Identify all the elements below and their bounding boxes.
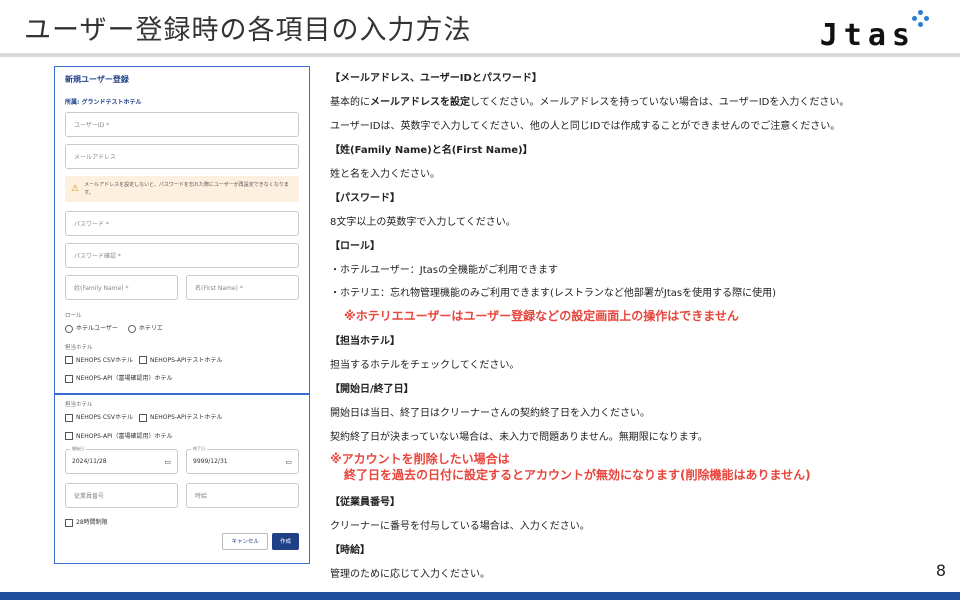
- employee-note: クリーナーに番号を付与している場合は、入力ください。: [330, 521, 590, 532]
- page-number: 8: [935, 561, 946, 580]
- footer-bar: [0, 592, 960, 600]
- hotel-csv-label: NEHOPS CSVホテル: [76, 356, 133, 364]
- start-date-field[interactable]: 開始日 2024/11/28 ▭: [65, 446, 178, 474]
- heading-employee-number: 【従業員番号】: [330, 497, 400, 508]
- user-id-field[interactable]: ユーザーID *: [65, 112, 299, 137]
- password-note: 8文字以上の英数字で入力してください。: [330, 217, 516, 228]
- heading-hotel: 【担当ホテル】: [330, 336, 400, 347]
- role-hotel-user-radio[interactable]: ホテルユーザー: [65, 323, 118, 333]
- end-date-caption: 終了日: [191, 446, 207, 452]
- email-warning-text: メールアドレスを設定しないと、パスワードを忘れた際にユーザーが再設定できなくなり…: [84, 182, 289, 196]
- email-note-bold: メールアドレスを設定: [370, 97, 470, 108]
- email-field[interactable]: メールアドレス: [65, 144, 299, 169]
- end-date-value: 9999/12/31: [193, 458, 228, 465]
- end-date-field[interactable]: 終了日 9999/12/31 ▭: [186, 446, 299, 474]
- header-divider: [0, 53, 960, 57]
- family-name-field[interactable]: 姓(Family Name) *: [65, 275, 178, 300]
- start-date-value: 2024/11/28: [72, 458, 107, 465]
- hourly-wage-field[interactable]: 時給: [186, 483, 299, 508]
- hotel-checkbox-api-test[interactable]: NEHOPS-APIテストホテル: [138, 355, 223, 364]
- hotel-checkbox-api-test-2[interactable]: NEHOPS-APIテストホテル: [138, 412, 223, 422]
- hotel-section-label: 担当ホテル: [65, 344, 93, 351]
- role-hotel-user-label: ホテルユーザー: [76, 325, 118, 332]
- role-label: ロール: [65, 313, 82, 319]
- jtas-logo: Jtas: [820, 10, 930, 54]
- calendar-icon[interactable]: ▭: [285, 458, 292, 466]
- hotel-section-label-2: 担当ホテル: [65, 402, 93, 408]
- calendar-icon[interactable]: ▭: [164, 458, 171, 466]
- email-warning: ⚠ メールアドレスを設定しないと、パスワードを忘れた際にユーザーが再設定できなく…: [65, 176, 299, 202]
- dates-note-2: 契約終了日が決まっていない場合は、未入力で問題ありません。無期限になります。: [330, 432, 708, 443]
- hours28-checkbox[interactable]: 28時間制限: [65, 517, 108, 527]
- warning-icon: ⚠: [71, 184, 80, 194]
- hours28-label: 28時間制限: [76, 519, 108, 526]
- hotel-api-confirm-label: NEHOPS-API（富場確認用）ホテル: [76, 375, 173, 382]
- role-hotelier-label: ホテリエ: [138, 325, 163, 332]
- hotel-checkbox-csv-2[interactable]: NEHOPS CSVホテル: [65, 412, 133, 422]
- form-title: 新規ユーザー登録: [65, 75, 129, 84]
- employee-number-field[interactable]: 従業員番号: [65, 483, 178, 508]
- hotel-api-confirm-label-2: NEHOPS-API（富場確認用）ホテル: [76, 432, 173, 440]
- dates-note-1: 開始日は当日、終了日はクリーナーさんの契約終了日を入力ください。: [330, 408, 650, 419]
- userid-note: ユーザーIDは、英数字で入力してください、他の人と同じIDでは作成することができ…: [330, 121, 841, 132]
- new-user-form-bottom: 担当ホテル NEHOPS CSVホテル NEHOPS-APIテストホテル NEH…: [54, 394, 310, 564]
- role-hotelier-radio[interactable]: ホテリエ: [127, 323, 163, 333]
- cancel-button[interactable]: キャンセル: [222, 532, 268, 550]
- slide-title: ユーザー登録時の各項目の入力方法: [24, 15, 472, 46]
- hotel-checkbox-api-confirm-2[interactable]: NEHOPS-API（富場確認用）ホテル: [65, 431, 173, 440]
- sparkle-icon: [912, 10, 930, 28]
- hotel-checkbox-csv[interactable]: NEHOPS CSVホテル: [65, 355, 133, 364]
- heading-password: 【パスワード】: [330, 193, 400, 204]
- role-hotelier-note: ・ホテリエ：忘れ物管理機能のみご利用できます(レストランなど他部署がJtasを使…: [330, 288, 777, 299]
- delete-warning-2: 終了日を過去の日付に設定するとアカウントが無効になります(削除機能はありません): [344, 468, 811, 482]
- role-warning: ※ホテリエユーザーはユーザー登録などの設定画面上の操作はできません: [344, 309, 739, 323]
- name-note: 姓と名を入力ください。: [330, 169, 440, 180]
- heading-hourly-wage: 【時給】: [330, 545, 370, 556]
- role-hotel-user-note: ・ホテルユーザー：Jtasの全機能がご利用できます: [330, 265, 559, 276]
- hotel-csv-label-2: NEHOPS CSVホテル: [76, 414, 133, 421]
- form-hotel-label: 所属: グランドテストホテル: [65, 99, 142, 106]
- start-date-caption: 開始日: [70, 446, 86, 452]
- heading-dates: 【開始日/終了日】: [330, 384, 414, 395]
- first-name-field[interactable]: 名(First Name) *: [186, 275, 299, 300]
- hotel-api-test-label-2: NEHOPS-APIテストホテル: [149, 414, 223, 421]
- wage-note: 管理のために応じて入力ください。: [330, 569, 490, 580]
- password-confirm-field[interactable]: パスワード確認 *: [65, 243, 299, 268]
- hotel-note: 担当するホテルをチェックしてください。: [330, 360, 520, 371]
- logo-text: Jtas: [819, 18, 916, 53]
- email-note: 基本的にメールアドレスを設定してください。メールアドレスを持っていない場合は、ユ…: [330, 93, 849, 108]
- heading-email-userid-password: 【メールアドレス、ユーザーIDとパスワード】: [330, 73, 542, 84]
- email-note-post: してください。メールアドレスを持っていない場合は、ユーザーIDを入力ください。: [470, 97, 850, 108]
- delete-warning-1: ※アカウントを削除したい場合は: [330, 452, 510, 466]
- heading-name: 【姓(Family Name)と名(First Name)】: [330, 145, 533, 156]
- create-button[interactable]: 作成: [271, 532, 299, 550]
- email-note-pre: 基本的に: [330, 97, 370, 108]
- role-radio-group: ホテルユーザー ホテリエ: [65, 323, 299, 333]
- hotel-checkbox-api-confirm[interactable]: NEHOPS-API（富場確認用）ホテル: [65, 373, 172, 383]
- heading-role: 【ロール】: [330, 241, 380, 252]
- new-user-form-top: 新規ユーザー登録 所属: グランドテストホテル ユーザーID * メールアドレス…: [54, 66, 310, 394]
- password-field[interactable]: パスワード *: [65, 211, 299, 236]
- hotel-api-test-label: NEHOPS-APIテストホテル: [149, 356, 223, 364]
